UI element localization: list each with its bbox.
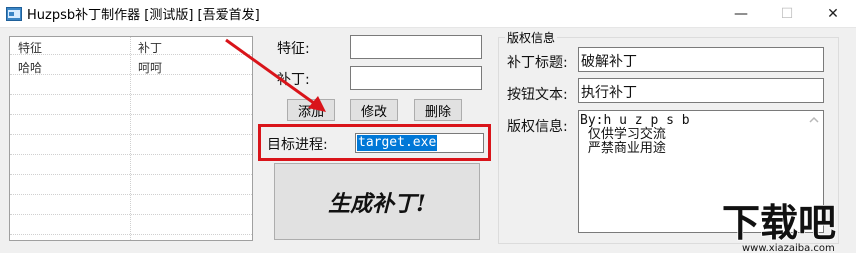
signature-list[interactable]: 特征 补丁 哈哈 呵呵	[9, 36, 253, 241]
column-header-patch[interactable]: 补丁	[138, 39, 162, 56]
row-divider	[10, 94, 252, 95]
modify-button[interactable]: 修改	[350, 99, 398, 121]
delete-button[interactable]: 删除	[414, 99, 462, 121]
button-text-input[interactable]: 执行补丁	[578, 78, 824, 103]
patch-input[interactable]	[350, 66, 482, 90]
row-divider	[10, 154, 252, 155]
logo-text: 下载吧	[722, 201, 836, 245]
app-icon	[6, 6, 22, 21]
maximize-button[interactable]: ☐	[764, 0, 810, 27]
copyright-info-line: 严禁商业用途	[580, 141, 666, 156]
window-title: Huzpsb补丁制作器 [测试版] [吾爱首发]	[27, 8, 260, 23]
close-button[interactable]: ✕	[810, 0, 856, 27]
table-row[interactable]: 哈哈 呵呵	[10, 57, 252, 75]
row-divider	[10, 214, 252, 215]
logo-site: www.xiazaiba.com	[742, 243, 835, 253]
xiazaiba-logo: 下载吧 www.xiazaiba.com	[721, 196, 856, 254]
copyright-info-line: 仅供学习交流	[580, 127, 666, 142]
button-text-label: 按钮文本:	[507, 87, 568, 103]
title-bar: Huzpsb补丁制作器 [测试版] [吾爱首发] — ☐ ✕	[0, 0, 856, 28]
row-divider	[10, 134, 252, 135]
row-divider	[10, 174, 252, 175]
column-header-feature[interactable]: 特征	[18, 39, 42, 56]
feature-input[interactable]	[350, 35, 482, 59]
target-process-label: 目标进程:	[267, 137, 328, 153]
scroll-up-icon[interactable]	[809, 115, 819, 125]
copyright-info-label: 版权信息:	[507, 119, 568, 135]
row-divider	[10, 194, 252, 195]
copyright-info-line: By:h u z p s b	[580, 113, 690, 128]
row-divider	[10, 114, 252, 115]
patch-title-input[interactable]: 破解补丁	[578, 47, 824, 72]
row-divider	[10, 54, 252, 55]
table-cell: 哈哈	[18, 61, 43, 75]
target-process-input[interactable]: target.exe	[355, 133, 484, 153]
patch-title-label: 补丁标题:	[507, 55, 568, 71]
annotation-arrow-icon	[225, 38, 326, 112]
generate-patch-button[interactable]: 生成补丁!	[274, 163, 480, 240]
minimize-button[interactable]: —	[718, 0, 764, 27]
patch-title-value: 破解补丁	[581, 54, 637, 70]
copyright-group-title: 版权信息	[505, 29, 558, 46]
row-divider	[10, 234, 252, 235]
target-process-value: target.exe	[357, 135, 438, 151]
button-text-value: 执行补丁	[581, 85, 637, 101]
table-cell: 呵呵	[138, 61, 163, 75]
